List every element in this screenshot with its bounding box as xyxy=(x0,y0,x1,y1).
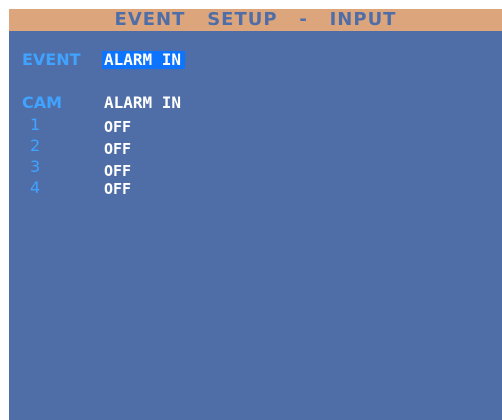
page-title: EVENT SETUP - INPUT xyxy=(114,9,397,30)
cam-number-2: 2 xyxy=(30,136,41,155)
event-label: EVENT xyxy=(22,50,81,69)
cam-3-alarm-value[interactable]: OFF xyxy=(104,162,131,180)
cam-number-3: 3 xyxy=(30,157,41,176)
cam-2-alarm-value[interactable]: OFF xyxy=(104,140,131,158)
cam-1-alarm-value[interactable]: OFF xyxy=(104,118,131,136)
event-selector[interactable]: ALARM IN xyxy=(102,51,186,69)
cam-column-header: CAM xyxy=(22,93,63,112)
osd-screen: EVENT SETUP - INPUT EVENT ALARM IN CAM A… xyxy=(9,9,502,420)
cam-number-4: 4 xyxy=(30,178,41,197)
title-bar: EVENT SETUP - INPUT xyxy=(9,9,502,31)
alarm-in-column-header: ALARM IN xyxy=(104,93,182,112)
cam-4-alarm-value[interactable]: OFF xyxy=(104,180,131,198)
cam-number-1: 1 xyxy=(30,115,41,134)
